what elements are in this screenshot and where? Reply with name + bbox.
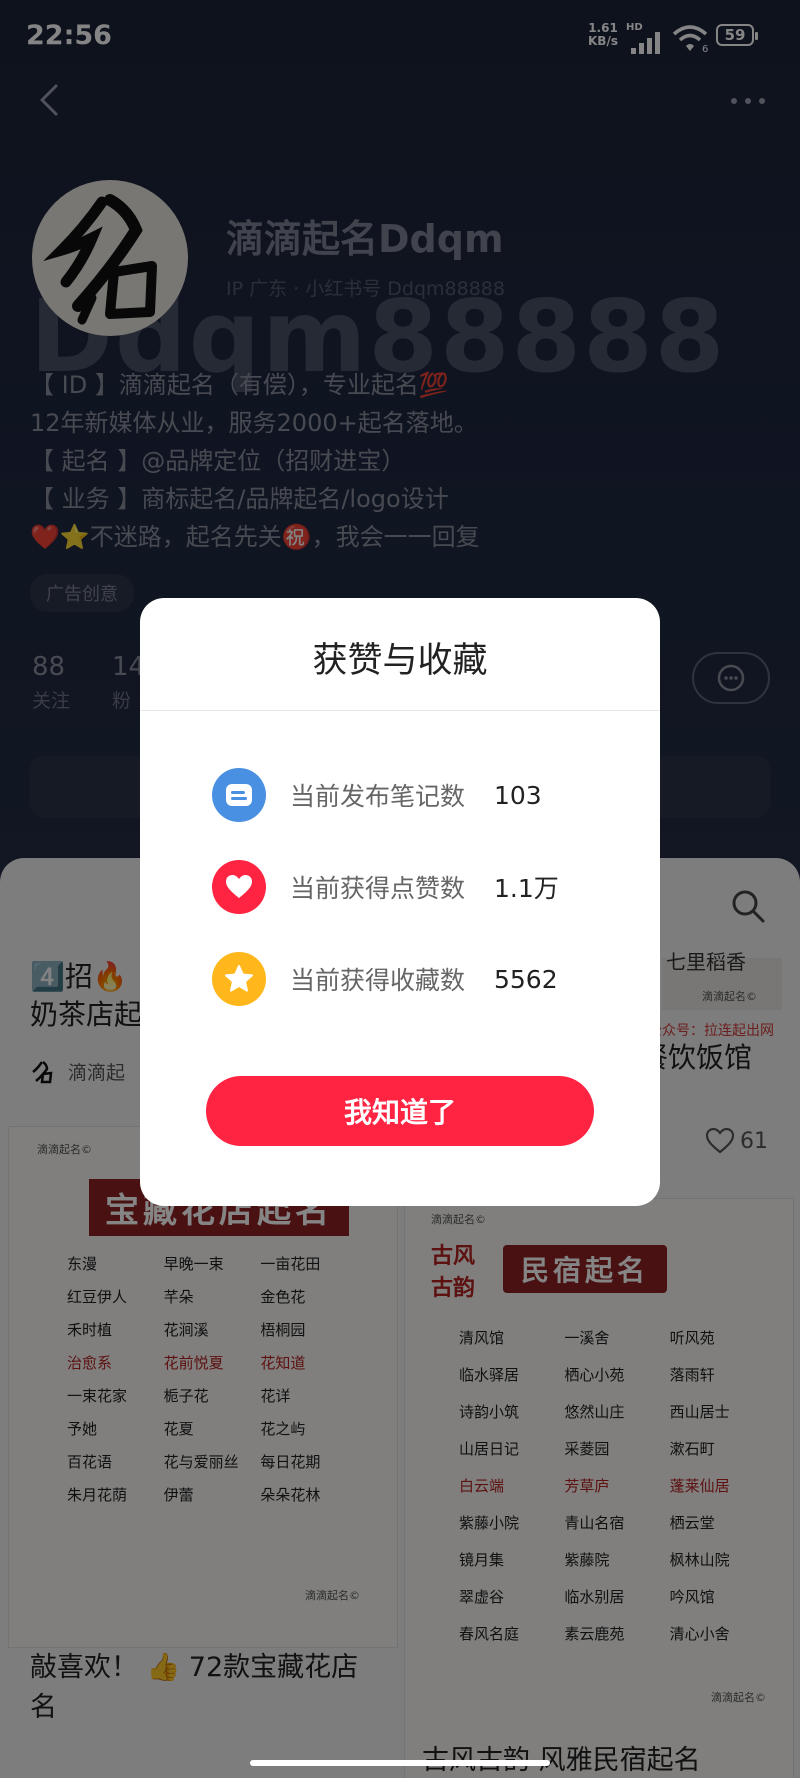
stat-value: 1.1万 [494, 874, 559, 903]
stat-value: 103 [494, 780, 542, 810]
dialog-title: 获赞与收藏 [312, 641, 488, 681]
stat-label: 当前获得收藏数 [290, 966, 466, 995]
stat-label: 当前获得点赞数 [290, 874, 466, 903]
note-icon [212, 768, 266, 822]
stat-row-collections: 当前获得收藏数 5562 [212, 952, 558, 1006]
star-icon [212, 952, 266, 1006]
likes-collections-dialog: 获赞与收藏 当前发布笔记数 103 当前获得点赞数 1.1万 当前获得收藏数 5… [140, 598, 660, 1206]
dialog-divider [140, 710, 660, 711]
heart-icon [212, 860, 266, 914]
stat-value: 5562 [494, 964, 558, 994]
home-indicator[interactable] [250, 1760, 550, 1766]
stat-row-notes: 当前发布笔记数 103 [212, 768, 542, 822]
stat-row-likes: 当前获得点赞数 1.1万 [212, 860, 559, 914]
screen: Ddqm88888 22:56 1.61 KB/s HD 6 59 滴滴起名Dd… [0, 0, 800, 1778]
stat-label: 当前发布笔记数 [290, 782, 466, 811]
got-it-button[interactable]: 我知道了 [206, 1076, 594, 1146]
